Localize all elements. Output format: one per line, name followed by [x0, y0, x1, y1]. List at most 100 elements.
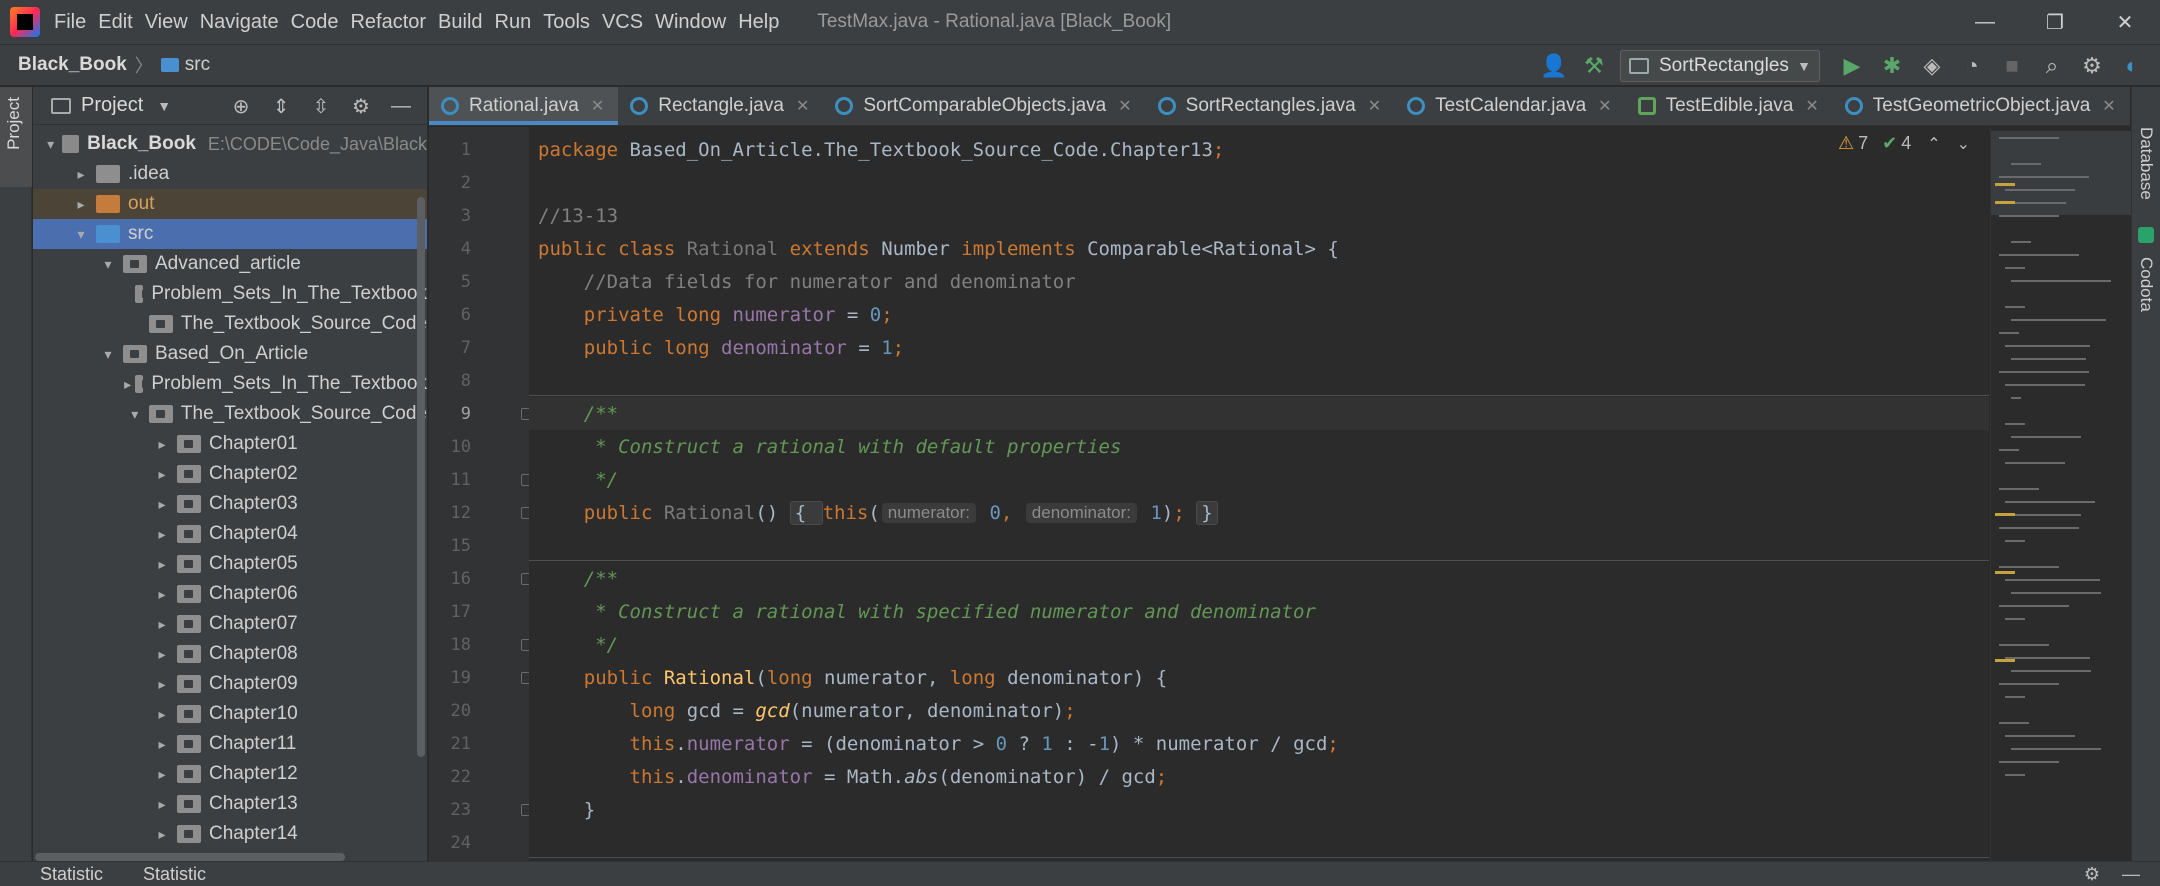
code-line[interactable]: private long numerator = 0; [529, 298, 1989, 331]
tree-item-problem-sets-in-the-textbook[interactable]: Problem_Sets_In_The_Textbook [33, 279, 427, 309]
hide-panel-icon[interactable]: — [2122, 864, 2140, 885]
code-line[interactable]: * Construct a rational with specified nu… [529, 595, 1989, 628]
project-view-title[interactable]: Project [81, 94, 143, 117]
tree-item-the-textbook-source-code[interactable]: ▾ The_Textbook_Source_Code [33, 399, 427, 429]
plugin-icon[interactable]: ◐ [2115, 49, 2149, 83]
expanded-arrow-icon[interactable]: ▾ [124, 406, 145, 423]
collapsed-arrow-icon[interactable]: ▸ [151, 826, 173, 843]
close-tab-icon[interactable]: ✕ [1598, 96, 1611, 116]
collapsed-arrow-icon[interactable]: ▸ [151, 646, 173, 663]
gear-icon[interactable]: ⚙ [2084, 864, 2100, 885]
menu-run[interactable]: Run [495, 7, 532, 38]
code-editor[interactable]: package Based_On_Article.The_Textbook_So… [529, 127, 1989, 861]
tree-item-chapter01[interactable]: ▸ Chapter01 [33, 429, 427, 459]
tree-item-chapter13[interactable]: ▸ Chapter13 [33, 789, 427, 819]
bottom-tab-statistic-2[interactable]: Statistic [143, 864, 206, 885]
coverage-icon[interactable]: ◈ [1915, 49, 1949, 83]
collapsed-arrow-icon[interactable]: ▸ [70, 196, 92, 213]
code-line[interactable]: this. denominator = Math. abs (denominator)… [529, 760, 1989, 793]
breadcrumb-project[interactable]: Black_Book [18, 54, 127, 76]
gear-icon[interactable]: ⚙ [341, 94, 381, 119]
editor-gutter[interactable]: 1 2 3 4 5 6 7 8 9 10 11 12 15 16 17 18 19 20 21 22 23 24 [429, 127, 533, 861]
expand-all-icon[interactable]: ⇕ [261, 94, 301, 119]
collapsed-arrow-icon[interactable]: ▸ [151, 676, 173, 693]
search-icon[interactable]: ⌕ [2035, 49, 2069, 83]
collapsed-arrow-icon[interactable]: ▸ [151, 766, 173, 783]
tab-testedible-java[interactable]: TestEdible.java ✕ [1626, 87, 1833, 125]
previous-highlight-icon[interactable]: ⌃ [1927, 134, 1940, 154]
code-minimap[interactable] [1990, 127, 2131, 861]
tree-item-chapter11[interactable]: ▸ Chapter11 [33, 729, 427, 759]
tab-sortcomparableobjects-java[interactable]: SortComparableObjects.java ✕ [823, 87, 1145, 125]
codota-tool-button[interactable]: Codota [2136, 257, 2156, 312]
tab-rational-java[interactable]: Rational.java ✕ [429, 87, 619, 125]
menu-code[interactable]: Code [291, 7, 339, 38]
code-line[interactable] [529, 529, 1989, 562]
tree-item-chapter10[interactable]: ▸ Chapter10 [33, 699, 427, 729]
collapse-all-icon[interactable]: ⇳ [301, 94, 341, 119]
tree-item-chapter08[interactable]: ▸ Chapter08 [33, 639, 427, 669]
tree-item-problem-sets-in-the-textbook[interactable]: ▸ Problem_Sets_In_The_Textbook [33, 369, 427, 399]
tree-vertical-scrollbar[interactable] [417, 197, 425, 757]
tree-item-chapter04[interactable]: ▸ Chapter04 [33, 519, 427, 549]
expanded-arrow-icon[interactable]: ▾ [97, 256, 119, 273]
tab-sortrectangles-java[interactable]: SortRectangles.java ✕ [1146, 87, 1395, 125]
close-tab-icon[interactable]: ✕ [796, 96, 809, 116]
database-tool-button[interactable]: Database [2136, 127, 2156, 200]
code-line[interactable]: /** [529, 562, 1989, 595]
code-line[interactable]: */ [529, 628, 1989, 661]
tree-item-based-on-article[interactable]: ▾ Based_On_Article [33, 339, 427, 369]
tree-item-black-book[interactable]: ▾ Black_Book E:\CODE\Code_Java\Black [33, 129, 427, 159]
code-line[interactable]: this. numerator = (denominator > 0 ? 1 : … [529, 727, 1989, 760]
code-line[interactable]: } [529, 793, 1989, 826]
code-line[interactable]: package Based_On_Article.The_Textbook_So… [529, 133, 1989, 166]
minimize-icon[interactable]: — [1950, 0, 2020, 44]
code-line[interactable]: long gcd = gcd (numerator, denominator); [529, 694, 1989, 727]
tree-item-chapter05[interactable]: ▸ Chapter05 [33, 549, 427, 579]
expanded-arrow-icon[interactable]: ▾ [97, 346, 119, 363]
run-configuration-select[interactable]: SortRectangles ▼ [1620, 50, 1820, 82]
tree-item-src[interactable]: ▾ src [33, 219, 427, 249]
collapsed-arrow-icon[interactable]: ▸ [151, 466, 173, 483]
menu-vcs[interactable]: VCS [602, 7, 643, 38]
code-line[interactable]: //Data fields for numerator and denomina… [529, 265, 1989, 298]
code-line[interactable]: * Construct a rational with default prop… [529, 430, 1989, 463]
tree-item-chapter09[interactable]: ▸ Chapter09 [33, 669, 427, 699]
warning-marker[interactable] [1995, 183, 2015, 186]
collapsed-arrow-icon[interactable]: ▸ [151, 436, 173, 453]
profile-icon[interactable]: ◔ [1955, 49, 1989, 83]
tree-item-chapter12[interactable]: ▸ Chapter12 [33, 759, 427, 789]
tree-item-chapter07[interactable]: ▸ Chapter07 [33, 609, 427, 639]
menu-edit[interactable]: Edit [98, 7, 132, 38]
tree-horizontal-scrollbar[interactable] [35, 853, 345, 861]
code-line[interactable]: public class Rational extends Number imp… [529, 232, 1989, 265]
menu-build[interactable]: Build [438, 7, 482, 38]
expanded-arrow-icon[interactable]: ▾ [43, 136, 58, 153]
close-tab-icon[interactable]: ✕ [2102, 96, 2115, 116]
hide-panel-icon[interactable]: — [381, 95, 421, 118]
locate-icon[interactable]: ⊕ [221, 94, 261, 119]
debug-icon[interactable]: ✱ [1875, 49, 1909, 83]
collapsed-arrow-icon[interactable]: ▸ [151, 526, 173, 543]
code-line[interactable]: public Rational() { this(numerator: 0, d… [529, 496, 1989, 529]
tree-item-chapter06[interactable]: ▸ Chapter06 [33, 579, 427, 609]
tree-item-chapter02[interactable]: ▸ Chapter02 [33, 459, 427, 489]
menu-file[interactable]: File [54, 7, 86, 38]
close-window-icon[interactable]: ✕ [2090, 0, 2160, 44]
warning-marker[interactable] [1995, 201, 2015, 204]
code-line[interactable]: //13-13 [529, 199, 1989, 232]
tree-item--idea[interactable]: ▸ .idea [33, 159, 427, 189]
menu-help[interactable]: Help [738, 7, 779, 38]
collapsed-arrow-icon[interactable]: ▸ [151, 616, 173, 633]
tab-testgeometricobject-java[interactable]: TestGeometricObject.java ✕ [1833, 87, 2130, 125]
collapsed-arrow-icon[interactable]: ▸ [151, 706, 173, 723]
chevron-down-icon[interactable]: ▼ [157, 98, 171, 114]
inspection-widget[interactable]: ⚠ 7 ✔ 4 ⌃ ⌄ [1838, 133, 1970, 154]
tree-item-out[interactable]: ▸ out [33, 189, 427, 219]
expanded-arrow-icon[interactable]: ▾ [70, 226, 92, 243]
tree-item-chapter14[interactable]: ▸ Chapter14 [33, 819, 427, 849]
code-line[interactable] [529, 364, 1989, 397]
menu-navigate[interactable]: Navigate [200, 7, 279, 38]
user-icon[interactable]: 👤 [1537, 49, 1571, 83]
restore-icon[interactable]: ❐ [2020, 0, 2090, 44]
